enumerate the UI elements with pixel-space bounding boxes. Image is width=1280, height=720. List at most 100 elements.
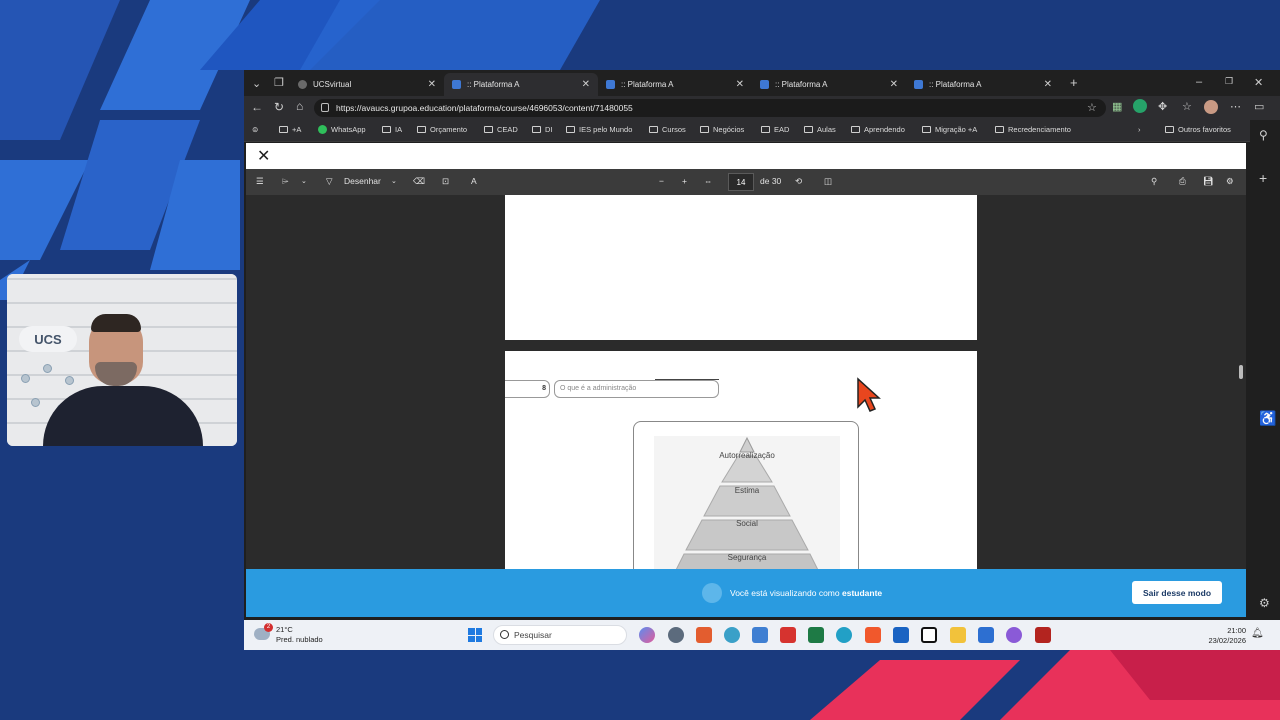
eraser-icon[interactable]: ⌫ [413, 176, 425, 187]
folder-icon [649, 126, 658, 133]
bookmark-item[interactable]: WhatsApp [318, 125, 366, 134]
settings-gear-icon[interactable]: ⚙ [1226, 176, 1234, 187]
snipping-tool-icon[interactable] [696, 627, 712, 643]
bookmark-item[interactable]: IA [382, 125, 402, 134]
bookmark-item[interactable]: IES pelo Mundo [566, 125, 632, 134]
weather-widget[interactable]: 2 21°C Pred. nublado [254, 623, 323, 645]
outlook-icon[interactable] [893, 627, 909, 643]
tab-actions-icon[interactable]: ⌄ [252, 77, 261, 90]
bookmark-item[interactable]: Recredenciamento [995, 125, 1071, 134]
accessibility-icon[interactable]: ♿ [1259, 410, 1276, 427]
bookmark-item[interactable]: DI [532, 125, 553, 134]
back-icon[interactable]: ← [251, 100, 263, 114]
chevron-down-icon[interactable]: ⌄ [391, 177, 397, 185]
taskbar-search[interactable]: Pesquisar [493, 625, 627, 645]
podcast-app-icon[interactable] [1006, 627, 1022, 643]
acrobat-app-icon[interactable] [780, 627, 796, 643]
bookmark-item[interactable]: +A [279, 125, 301, 134]
search-icon[interactable]: ⚲ [1259, 128, 1268, 142]
favorites-icon[interactable]: ☆ [1182, 100, 1192, 113]
bookmark-item[interactable]: Cursos [649, 125, 686, 134]
exit-student-mode-button[interactable]: Sair desse modo [1132, 581, 1222, 604]
file-explorer-icon[interactable] [950, 627, 966, 643]
acrobat-reader-icon[interactable] [1035, 627, 1051, 643]
calculator-icon[interactable] [752, 627, 768, 643]
system-clock[interactable]: 21:00 23/02/2026 [1198, 626, 1246, 646]
tab-plataforma-a[interactable]: :: Plataforma A ✕ [906, 73, 1060, 96]
pyramid-level-label: Estima [734, 486, 760, 495]
copilot-icon[interactable] [639, 627, 655, 643]
read-aloud-icon[interactable]: A [471, 176, 477, 186]
more-menu-icon[interactable]: ⋯ [1230, 100, 1241, 113]
folder-icon [382, 126, 391, 133]
close-icon[interactable]: ✕ [1044, 79, 1052, 90]
pdf-viewport[interactable]: 8 O que é a administração Autorrealizaçã… [246, 195, 1246, 569]
close-icon[interactable]: ✕ [428, 79, 436, 90]
banner-message-prefix: Você está visualizando como [730, 588, 840, 598]
network-app-icon[interactable] [724, 627, 740, 643]
print-icon[interactable]: ⎙ [1179, 176, 1186, 187]
tab-plataforma-a[interactable]: :: Plataforma A ✕ [752, 73, 906, 96]
rotate-icon[interactable]: ⟲ [795, 176, 802, 187]
draw-label[interactable]: Desenhar [344, 176, 381, 186]
bookmark-apps-icon[interactable]: ⊜ [252, 125, 258, 134]
highlight-icon[interactable]: ⌲ [282, 176, 289, 187]
notification-bell-icon[interactable]: 🔔︎ [1251, 628, 1264, 639]
fit-page-icon[interactable]: ⇔ [704, 176, 713, 186]
bookmark-item[interactable]: Aprendendo [851, 125, 905, 134]
windows-start-icon[interactable] [468, 628, 482, 642]
vertical-scrollbar-thumb[interactable] [1239, 365, 1243, 379]
folder-icon [700, 126, 709, 133]
onedrive-app-icon[interactable] [978, 627, 994, 643]
bookmark-item[interactable]: Migração +A [922, 125, 977, 134]
page-number-input[interactable]: 14 [728, 173, 754, 191]
zoom-out-icon[interactable]: − [659, 176, 664, 186]
bookmark-item[interactable]: Aulas [804, 125, 836, 134]
bookmarks-overflow-icon[interactable]: › [1138, 125, 1141, 134]
extension-grammarly-icon[interactable] [1133, 99, 1147, 113]
bookmark-item[interactable]: Negócios [700, 125, 744, 134]
favorite-star-icon[interactable]: ☆ [1087, 101, 1097, 114]
brave-browser-icon[interactable] [865, 627, 881, 643]
notion-icon[interactable] [921, 627, 937, 643]
edge-browser-icon[interactable] [836, 627, 852, 643]
notification-badge: 2 [264, 623, 273, 632]
add-icon[interactable]: + [1259, 170, 1267, 186]
lock-icon [321, 103, 329, 112]
settings-gear-icon[interactable]: ⚙ [1259, 596, 1270, 610]
excel-icon[interactable] [808, 627, 824, 643]
page-number-value: 14 [736, 177, 746, 187]
close-modal-icon[interactable]: ✕ [257, 146, 270, 166]
zoom-in-icon[interactable]: + [682, 176, 687, 186]
draw-icon[interactable]: ▽ [326, 176, 333, 187]
contents-list-icon[interactable]: ☰ [256, 176, 264, 187]
tab-ucsvirtual[interactable]: UCSvirtual ✕ [290, 73, 444, 96]
tab-plataforma-a[interactable]: :: Plataforma A ✕ [598, 73, 752, 96]
sidebar-toggle-icon[interactable]: ▭ [1254, 100, 1264, 113]
bookmark-other-favorites[interactable]: Outros favoritos [1165, 125, 1231, 134]
close-icon[interactable]: ✕ [582, 79, 590, 90]
close-icon[interactable]: ✕ [736, 79, 744, 90]
new-tab-icon[interactable]: + [1070, 75, 1078, 90]
minimize-icon[interactable]: – [1196, 76, 1202, 88]
close-window-icon[interactable]: ✕ [1254, 76, 1263, 89]
refresh-icon[interactable]: ↻ [274, 100, 284, 114]
home-icon[interactable]: ⌂ [296, 99, 303, 113]
bookmark-item[interactable]: EAD [761, 125, 789, 134]
chevron-down-icon[interactable]: ⌄ [301, 177, 307, 185]
restore-icon[interactable]: ❐ [1225, 76, 1233, 87]
bookmark-item[interactable]: Orçamento [417, 125, 467, 134]
save-icon[interactable]: 💾︎ [1203, 176, 1214, 187]
search-icon[interactable]: ⚲ [1151, 176, 1157, 187]
url-field[interactable]: https://avaucs.grupoa.education/platafor… [314, 99, 1106, 117]
profile-avatar[interactable] [1204, 100, 1218, 114]
settings-app-icon[interactable] [668, 627, 684, 643]
tab-plataforma-a-active[interactable]: :: Plataforma A ✕ [444, 73, 598, 96]
workspaces-icon[interactable]: ❐ [274, 76, 284, 89]
close-icon[interactable]: ✕ [890, 79, 898, 90]
extensions-puzzle-icon[interactable]: ✥ [1158, 100, 1167, 113]
page-view-icon[interactable]: ◫ [824, 176, 832, 187]
extension-icon[interactable]: ▦ [1112, 100, 1122, 113]
text-box-icon[interactable]: ⊡ [442, 176, 449, 187]
bookmark-item[interactable]: CEAD [484, 125, 518, 134]
